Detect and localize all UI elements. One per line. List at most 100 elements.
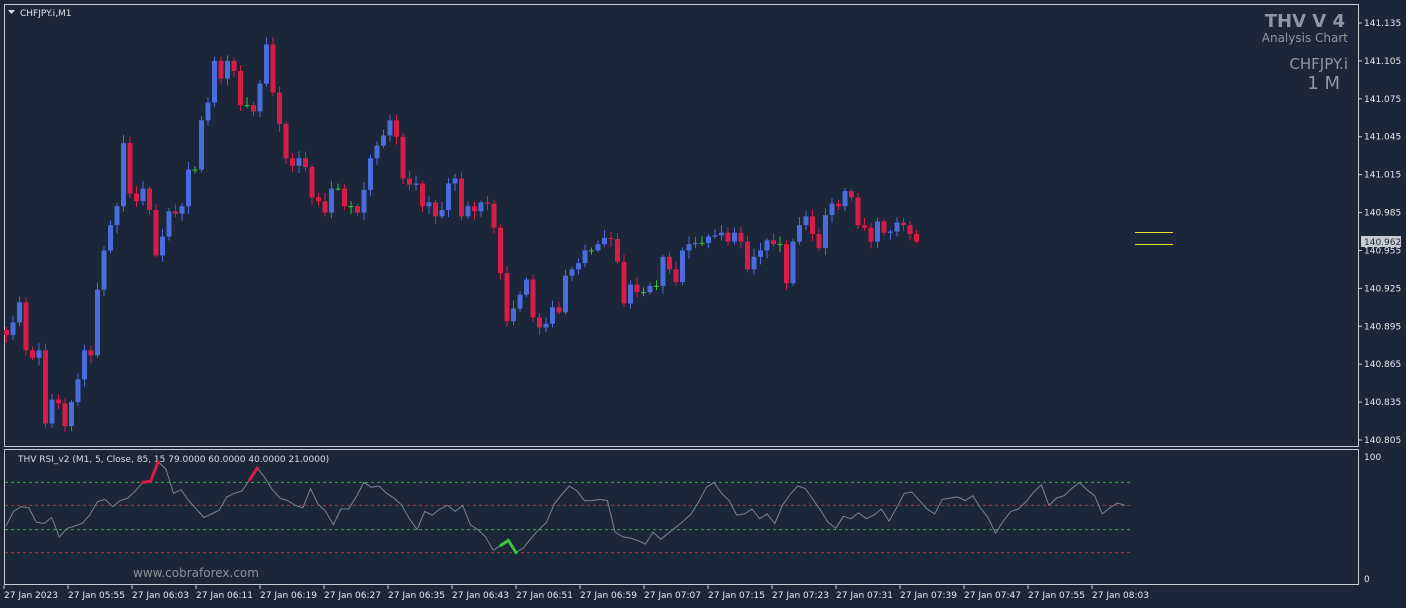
candle-body bbox=[823, 215, 828, 248]
candle-body bbox=[498, 227, 503, 274]
time-tick-label: 27 Jan 05:55 bbox=[68, 591, 125, 601]
candle-body bbox=[849, 191, 854, 198]
candle-body bbox=[693, 242, 698, 245]
candle-body bbox=[426, 202, 432, 207]
candle-body bbox=[556, 307, 562, 313]
candle-body bbox=[628, 284, 633, 304]
candle-body bbox=[101, 250, 107, 290]
time-tick-label: 27 Jan 06:51 bbox=[516, 591, 573, 601]
candle-body bbox=[290, 158, 295, 166]
candle-body bbox=[348, 206, 354, 208]
price-tick-label: 141.135 bbox=[1364, 19, 1401, 29]
candle-body bbox=[387, 120, 393, 136]
candle-body bbox=[712, 235, 718, 237]
candle-body bbox=[602, 237, 607, 245]
candle-body bbox=[264, 44, 269, 84]
candle-body bbox=[420, 183, 425, 207]
candle-body bbox=[569, 269, 575, 276]
candle-body bbox=[810, 216, 815, 235]
candle-body bbox=[563, 275, 568, 313]
candle-body bbox=[745, 241, 750, 270]
candle-body bbox=[166, 211, 172, 237]
candle-body bbox=[478, 202, 484, 212]
candle-body bbox=[75, 379, 81, 403]
price-tick-label: 140.985 bbox=[1364, 209, 1401, 219]
time-tick-label: 27 Jan 07:15 bbox=[708, 591, 765, 601]
candle-body bbox=[413, 183, 419, 185]
candle-body bbox=[771, 240, 776, 245]
candle-body bbox=[4, 330, 9, 336]
candle-body bbox=[49, 399, 55, 424]
candle-body bbox=[543, 323, 549, 328]
candle-body bbox=[907, 225, 913, 235]
candle-body bbox=[901, 222, 906, 226]
candle-body bbox=[179, 206, 185, 214]
candle-body bbox=[589, 250, 594, 252]
candle-body bbox=[485, 202, 490, 204]
candle-body bbox=[205, 102, 211, 121]
price-tick-label: 140.805 bbox=[1364, 436, 1401, 446]
price-tick-label: 141.015 bbox=[1364, 171, 1401, 181]
candle-body bbox=[465, 206, 471, 217]
candle-body bbox=[719, 232, 724, 236]
candle-body bbox=[504, 273, 510, 322]
candle-body bbox=[868, 227, 874, 242]
time-tick-label: 27 Jan 06:19 bbox=[260, 591, 317, 601]
time-tick-label: 27 Jan 2023 bbox=[4, 591, 58, 601]
current-price-label: 140.962 bbox=[1361, 236, 1401, 248]
candle-body bbox=[641, 292, 646, 294]
candle-body bbox=[140, 188, 146, 202]
candle-body bbox=[615, 239, 620, 262]
candle-body bbox=[517, 294, 523, 309]
candle-body bbox=[121, 143, 126, 207]
candle-body bbox=[862, 225, 867, 228]
candle-body bbox=[335, 188, 341, 190]
symbol-title-text: CHFJPY.i,M1 bbox=[20, 9, 72, 19]
candle-body bbox=[439, 210, 445, 217]
candle-body bbox=[192, 169, 198, 171]
candle-body bbox=[283, 124, 289, 159]
candle-body bbox=[407, 178, 412, 185]
candle-body bbox=[322, 201, 328, 213]
candle-body bbox=[17, 302, 22, 323]
candle-body bbox=[36, 350, 42, 358]
candle-body bbox=[855, 197, 861, 226]
candle-body bbox=[368, 158, 373, 190]
time-tick-label: 27 Jan 07:23 bbox=[772, 591, 829, 601]
time-tick-label: 27 Jan 06:11 bbox=[196, 591, 253, 601]
candle-body bbox=[452, 178, 458, 184]
candle-body bbox=[576, 263, 581, 270]
candle-body bbox=[88, 350, 94, 356]
time-tick-label: 27 Jan 07:07 bbox=[644, 591, 701, 601]
candle-body bbox=[30, 350, 35, 358]
candle-body bbox=[537, 317, 542, 328]
candle-body bbox=[160, 236, 165, 256]
candle-body bbox=[361, 189, 367, 213]
candle-body bbox=[296, 158, 302, 166]
candle-body bbox=[914, 234, 919, 242]
candle-body bbox=[134, 193, 139, 202]
candle-body bbox=[751, 256, 757, 270]
time-tick-label: 27 Jan 07:47 bbox=[964, 591, 1021, 601]
candle-body bbox=[43, 350, 48, 424]
candle-body bbox=[394, 120, 399, 137]
candle-body bbox=[621, 261, 627, 304]
price-tick-label: 141.075 bbox=[1364, 95, 1401, 105]
candle-body bbox=[881, 221, 887, 233]
candle-body bbox=[511, 308, 516, 322]
candle-body bbox=[316, 197, 321, 202]
candle-body bbox=[82, 350, 87, 380]
candle-body bbox=[277, 92, 282, 125]
candle-body bbox=[199, 120, 204, 170]
candle-body bbox=[816, 234, 822, 248]
time-tick-label: 27 Jan 07:55 bbox=[1028, 591, 1085, 601]
candle-body bbox=[270, 44, 276, 93]
candle-body bbox=[842, 191, 848, 207]
price-tick-label: 140.835 bbox=[1364, 398, 1401, 408]
candle-body bbox=[790, 241, 796, 284]
candle-body bbox=[400, 136, 406, 179]
time-tick-label: 27 Jan 06:03 bbox=[132, 591, 189, 601]
candle-body bbox=[595, 244, 601, 251]
candle-body bbox=[725, 232, 731, 242]
candle-body bbox=[257, 83, 263, 112]
